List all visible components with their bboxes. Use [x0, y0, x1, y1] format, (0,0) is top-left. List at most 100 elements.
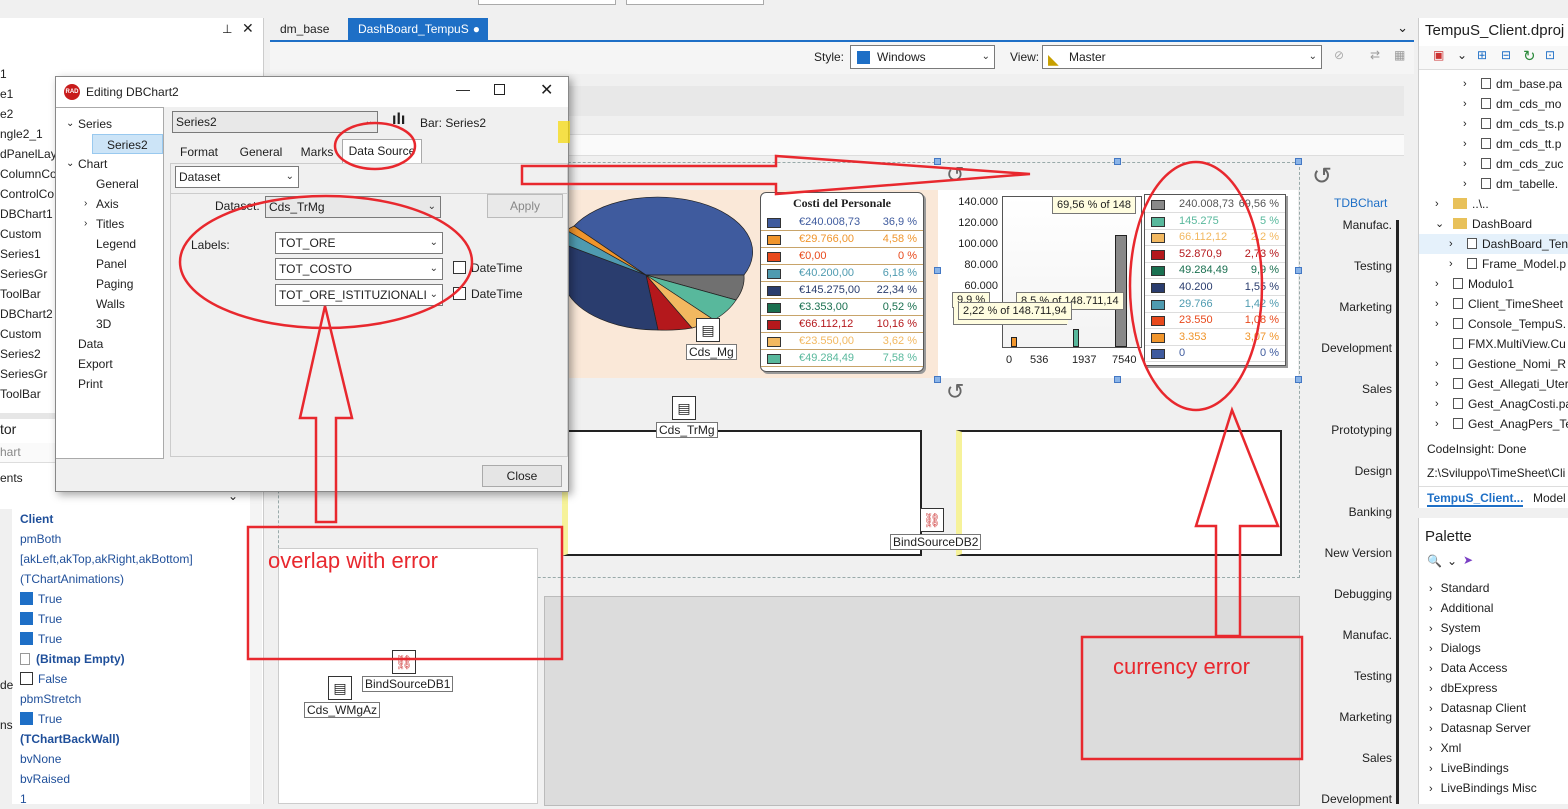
refresh-icon[interactable]: ↻ [1523, 47, 1536, 65]
selection-handle[interactable] [1114, 376, 1121, 383]
structure-node[interactable]: ToolBar [0, 384, 41, 404]
dialog-tree-item[interactable]: Panel [96, 254, 127, 274]
checkbox[interactable] [453, 261, 466, 274]
apply-button[interactable]: Apply [487, 194, 563, 218]
chevron-icon[interactable]: ⌄ [66, 114, 74, 134]
structure-node[interactable]: Custom [0, 324, 41, 344]
structure-node[interactable]: Series1 [0, 244, 41, 264]
field-select-1[interactable]: TOT_ORE ⌄ [275, 232, 443, 254]
palette-category[interactable]: › Datasnap Server [1429, 718, 1531, 738]
project-file[interactable]: › dm_base.pa [1419, 74, 1568, 94]
inspector-row[interactable]: True [20, 629, 62, 649]
chevron-icon[interactable]: › [1429, 743, 1433, 755]
selection-handle[interactable] [1114, 158, 1121, 165]
chevron-down-icon[interactable]: ⌄ [1457, 48, 1467, 62]
search-icon[interactable]: 🔍 [1427, 554, 1442, 568]
project-file[interactable]: › dm_cds_tt.p [1419, 134, 1568, 154]
project-file[interactable]: › dm_tabelle. [1419, 174, 1568, 194]
tab-general[interactable]: General [230, 141, 292, 163]
inspector-row[interactable]: (TChartAnimations) [20, 569, 124, 589]
maximize-button[interactable] [494, 84, 505, 95]
chevron-icon[interactable]: › [1463, 74, 1467, 94]
structure-node[interactable]: Custom [0, 224, 41, 244]
tab-project[interactable]: TempuS_Client... [1427, 491, 1524, 507]
datetime-checkbox-2[interactable]: DateTime [453, 287, 523, 301]
chevron-icon[interactable]: › [1429, 763, 1433, 775]
tab-marks[interactable]: Marks [294, 141, 340, 163]
pointer-icon[interactable]: ➤ [1463, 553, 1473, 567]
project-file[interactable]: › dm_cds_ts.p [1419, 114, 1568, 134]
chevron-icon[interactable]: › [1429, 603, 1433, 615]
datetime-checkbox-1[interactable]: DateTime [453, 261, 523, 275]
tab-format[interactable]: Format [170, 141, 228, 163]
dialog-tree-item[interactable]: General [96, 174, 139, 194]
refresh-icon[interactable]: ↺ [946, 162, 964, 188]
structure-node[interactable]: SeriesGr [0, 264, 47, 284]
structure-node[interactable]: ToolBar [0, 284, 41, 304]
palette-category[interactable]: › Dialogs [1429, 638, 1481, 658]
selection-handle[interactable] [934, 376, 941, 383]
palette-category[interactable]: › LiveBindings [1429, 758, 1509, 778]
palette-category[interactable]: › Data Access [1429, 658, 1507, 678]
dialog-tree-item[interactable]: Data [78, 334, 103, 354]
project-file[interactable]: › Gest_AnagPers_Te [1419, 414, 1568, 434]
dataset-select[interactable]: Cds_TrMg ⌄ [265, 196, 441, 218]
chevron-icon[interactable]: › [1463, 154, 1467, 174]
chevron-icon[interactable]: › [1429, 723, 1433, 735]
series-select[interactable]: Series2 ⌄ [172, 111, 378, 133]
checkbox-checked[interactable] [20, 612, 33, 625]
chevron-icon[interactable]: › [1429, 703, 1433, 715]
inspector-row[interactable]: [akLeft,akTop,akRight,akBottom] [20, 549, 193, 569]
new-icon[interactable]: ⊟ [1501, 48, 1511, 62]
build-icon[interactable]: ▣ [1433, 48, 1444, 62]
project-file[interactable]: › dm_cds_zuc [1419, 154, 1568, 174]
palette-category[interactable]: › LiveBindings Misc [1429, 778, 1537, 798]
dialog-tree-item[interactable]: Export [78, 354, 113, 374]
chevron-icon[interactable]: ⌄ [66, 154, 74, 174]
toolbar-box[interactable] [478, 0, 616, 5]
add-icon[interactable]: ⊞ [1477, 48, 1487, 62]
dataset-component[interactable]: ▤ Cds_WMgAz [304, 676, 381, 718]
chevron-icon[interactable]: › [84, 214, 87, 234]
structure-node[interactable]: ColumnCo [0, 164, 56, 184]
structure-node[interactable]: dPanelLayo [0, 144, 56, 164]
inspector-row[interactable]: bvRaised [20, 769, 70, 789]
remove-view-icon[interactable]: ⊘ [1334, 48, 1344, 62]
checkbox-checked[interactable] [20, 712, 33, 725]
toolbar-box[interactable] [626, 0, 764, 5]
dialog-tree-item[interactable]: Paging [96, 274, 133, 294]
palette-category[interactable]: › Datasnap Client [1429, 698, 1526, 718]
chevron-icon[interactable]: › [1429, 683, 1433, 695]
tab-dm-base[interactable]: dm_base [270, 18, 346, 40]
minimize-button[interactable]: — [456, 81, 470, 97]
project-file[interactable]: › Gest_AnagCosti.pa [1419, 394, 1568, 414]
dialog-tree-item[interactable]: › Titles [84, 214, 124, 234]
chevron-icon[interactable]: › [1449, 254, 1453, 274]
chevron-icon[interactable]: ⌄ [1435, 214, 1444, 234]
chevron-icon[interactable]: › [1429, 663, 1433, 675]
inspector-scrollbar[interactable] [250, 489, 262, 804]
source-select[interactable]: Dataset ⌄ [175, 166, 299, 188]
view-select[interactable]: ◣ Master ⌄ [1042, 45, 1322, 69]
chevron-icon[interactable]: › [1435, 414, 1439, 434]
inspector-row[interactable]: True [20, 709, 62, 729]
inspector-row[interactable]: bvNone [20, 749, 61, 769]
project-file[interactable]: › Console_TempuS. [1419, 314, 1568, 334]
structure-node[interactable]: ControlCo [0, 184, 54, 204]
project-file[interactable]: FMX.MultiView.Cu [1419, 334, 1568, 354]
chevron-icon[interactable]: › [1435, 374, 1439, 394]
structure-node[interactable]: e2 [0, 104, 13, 124]
chevron-icon[interactable]: › [1429, 783, 1433, 795]
tab-dashboard[interactable]: DashBoard_TempuS ● [348, 18, 488, 40]
refresh-icon[interactable]: ↺ [1312, 162, 1332, 191]
dialog-tree-item[interactable]: 3D [96, 314, 111, 334]
structure-node[interactable]: DBChart2 [0, 304, 53, 324]
project-file[interactable]: › Client_TimeSheet [1419, 294, 1568, 314]
project-file[interactable]: › Frame_Model.p [1419, 254, 1568, 274]
grid-icon[interactable]: ▦ [1394, 48, 1405, 62]
dialog-tree-item[interactable]: Walls [96, 294, 125, 314]
sync-icon[interactable]: ⇄ [1370, 48, 1380, 62]
chevron-icon[interactable]: › [84, 194, 87, 214]
chevron-icon[interactable]: › [1435, 354, 1439, 374]
selection-handle[interactable] [934, 158, 941, 165]
